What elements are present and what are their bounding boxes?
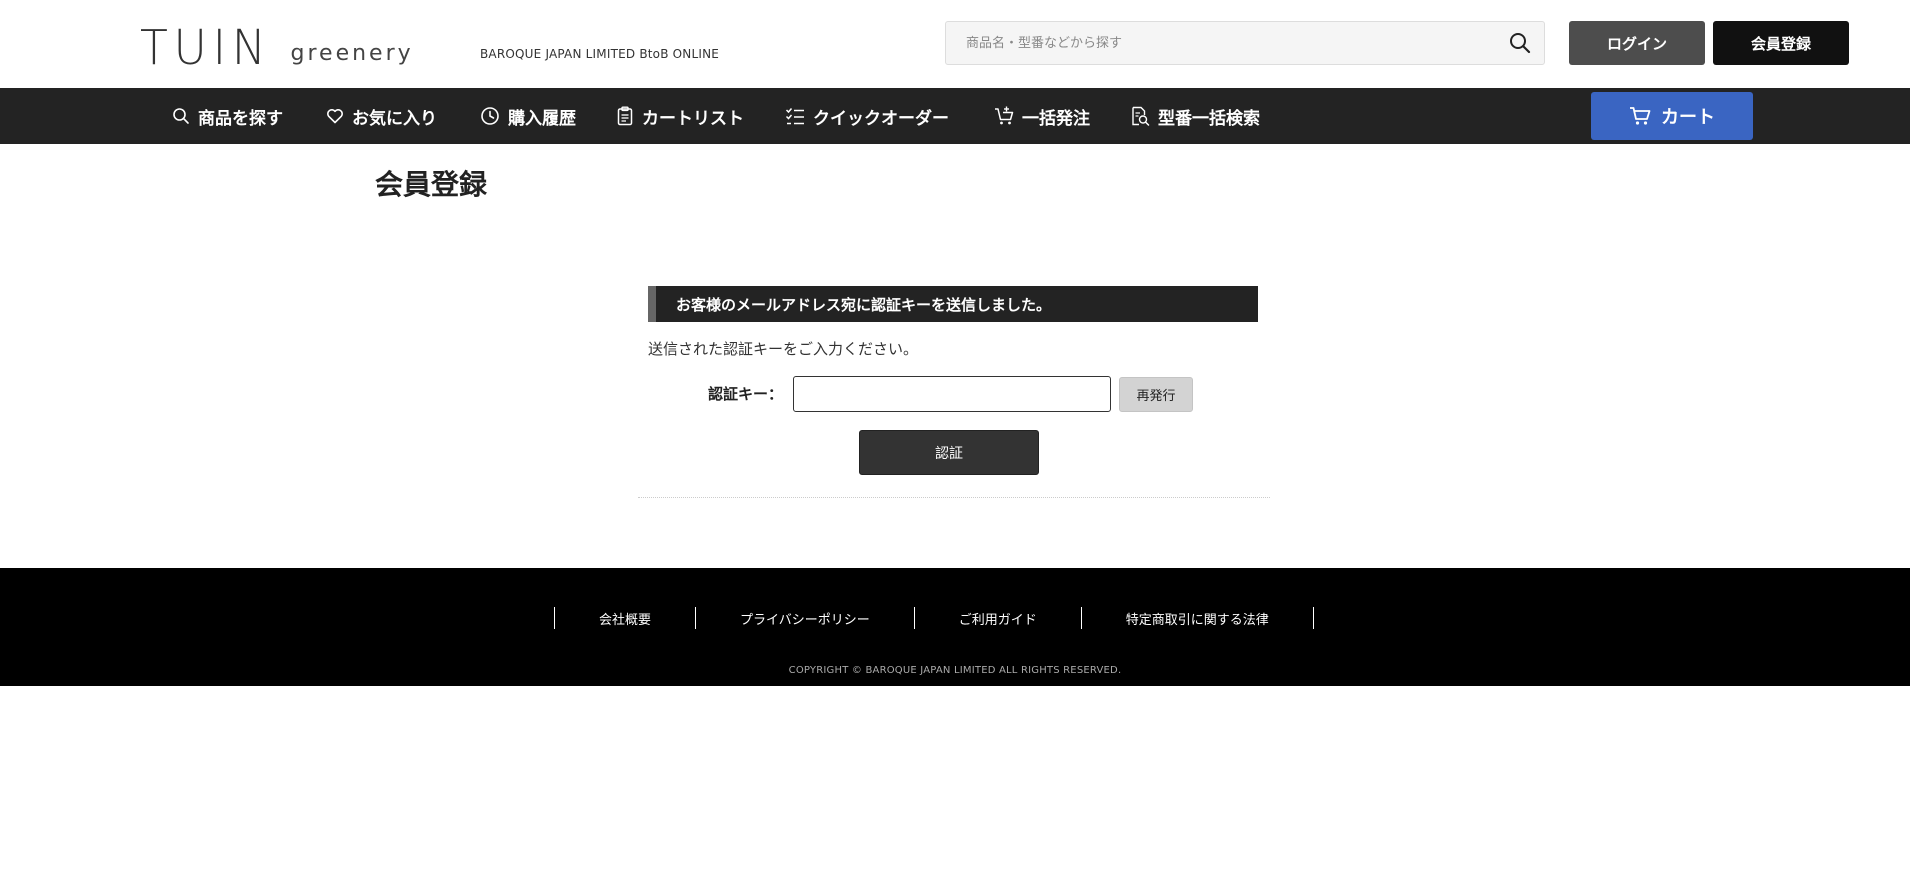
footer-link-privacy[interactable]: プライバシーポリシー [696,609,914,628]
clipboard-icon [617,106,633,126]
nav-item-label: 一括発注 [1022,108,1090,129]
search-box [945,21,1545,65]
page-title: 会員登録 [375,168,488,201]
cart-button-label: カート [1661,107,1715,128]
cart-icon [1630,107,1651,125]
nav-item-purchase-history[interactable]: 購入履歴 [480,88,576,144]
search-icon [1510,33,1531,54]
nav-item-label: 型番一括検索 [1158,108,1260,129]
site-footer: 会社概要 プライバシーポリシー ご利用ガイド 特定商取引に関する法律 COPYR… [0,568,1910,686]
footer-links: 会社概要 プライバシーポリシー ご利用ガイド 特定商取引に関する法律 [554,607,1314,629]
clock-icon [481,107,499,125]
site-tagline: BAROQUE JAPAN LIMITED BtoB ONLINE [480,47,720,61]
nav-item-label: 購入履歴 [508,108,576,129]
nav-item-favorites[interactable]: お気に入り [326,88,437,144]
logo-sub-text: greenery [290,41,414,66]
register-button[interactable]: 会員登録 [1713,21,1849,65]
nav-item-label: カートリスト [642,108,744,129]
nav-item-search-products[interactable]: 商品を探す [172,88,283,144]
main-nav: 商品を探す お気に入り 購入履歴 カートリスト クイックオーダー 一括発注 型番… [0,88,1910,144]
search-icon [173,108,189,124]
login-button[interactable]: ログイン [1569,21,1705,65]
checklist-icon [785,108,804,125]
cart-button[interactable]: カート [1591,92,1753,140]
auth-key-label: 認証キー： [708,385,784,403]
nav-item-label: クイックオーダー [813,108,949,129]
reissue-button[interactable]: 再発行 [1119,377,1193,412]
search-input[interactable] [946,22,1491,64]
nav-item-bulk-order[interactable]: 一括発注 [994,88,1090,144]
logo-main-text: TUIN [140,20,272,76]
nav-item-label: 商品を探す [198,108,283,129]
copyright-text: COPYRIGHT © BAROQUE JAPAN LIMITED ALL RI… [788,665,1122,676]
content-divider [638,497,1270,498]
site-logo[interactable]: TUIN greenery [140,20,414,76]
search-button[interactable] [1508,31,1534,57]
nav-item-model-bulk-search[interactable]: 型番一括検索 [1130,88,1260,144]
nav-item-label: お気に入り [352,108,437,129]
cart-add-icon [995,106,1014,125]
footer-link-legal[interactable]: 特定商取引に関する法律 [1082,609,1313,628]
footer-link-company[interactable]: 会社概要 [555,609,695,628]
nav-item-cart-list[interactable]: カートリスト [616,88,744,144]
document-search-icon [1132,106,1150,126]
nav-item-quick-order[interactable]: クイックオーダー [785,88,949,144]
notice-banner: お客様のメールアドレス宛に認証キーを送信しました。 [648,286,1258,322]
authenticate-button[interactable]: 認証 [859,430,1039,475]
site-header: TUIN greenery BAROQUE JAPAN LIMITED BtoB… [0,0,1910,88]
heart-icon [327,109,343,124]
auth-key-input[interactable] [793,376,1111,412]
footer-link-guide[interactable]: ご利用ガイド [915,609,1081,628]
instruction-text: 送信された認証キーをご入力ください。 [648,340,919,358]
footer-separator [1312,607,1314,629]
